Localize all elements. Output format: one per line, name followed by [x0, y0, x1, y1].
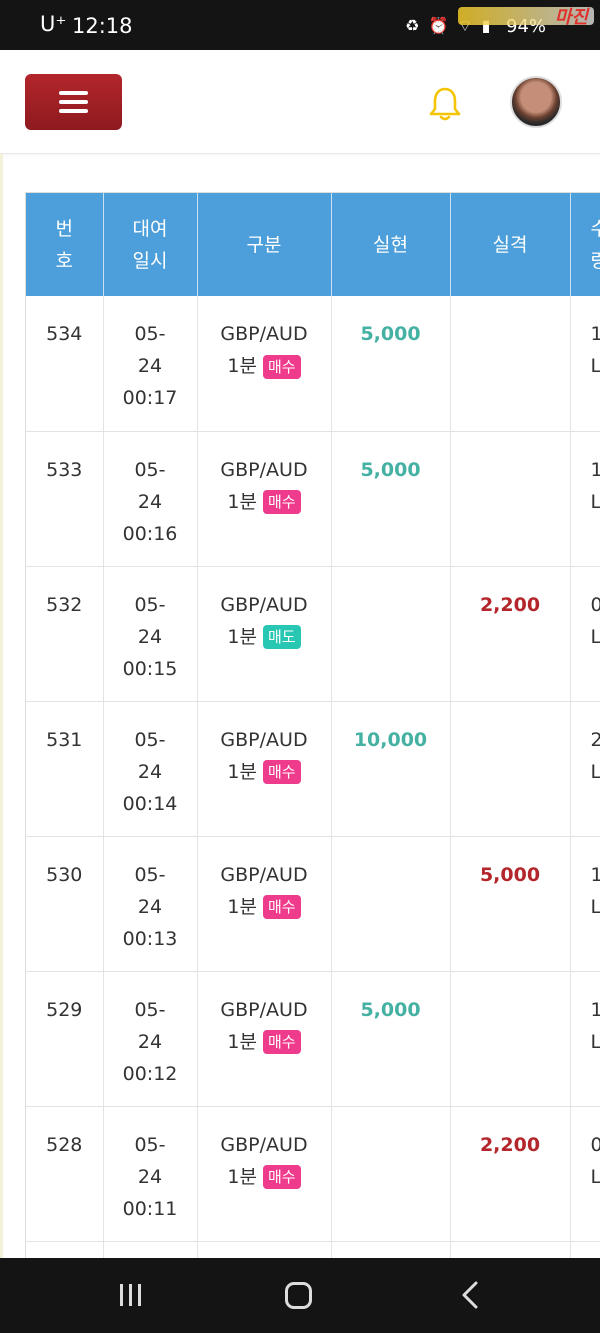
avatar[interactable] — [510, 76, 562, 128]
header-num[interactable]: 번 호 — [26, 193, 104, 296]
term-label: 1분 — [227, 1165, 257, 1188]
bell-icon[interactable] — [428, 86, 462, 122]
alarm-icon: ⏰ — [428, 16, 451, 35]
row-loss-amount — [450, 971, 571, 1107]
row-type: GBP/AUD 1분 매수 — [197, 1106, 332, 1242]
table-row[interactable] — [26, 1241, 600, 1258]
term-label: 1분 — [227, 355, 257, 377]
currency-pair: GBP/AUD — [220, 458, 308, 481]
currency-pair: GBP/AUD — [220, 998, 308, 1021]
table-row[interactable]: 53305-2400:16 GBP/AUD 1분 매수 5,000 1L — [26, 431, 600, 567]
row-datetime: 05- 24 00:11 — [103, 1106, 198, 1242]
row-type: GBP/AUD 1분 매수 — [197, 431, 332, 567]
row-number: 528 — [26, 1106, 104, 1242]
home-icon[interactable] — [285, 1282, 312, 1309]
system-nav-bar — [0, 1258, 600, 1333]
header-extra[interactable]: 수 량 — [570, 193, 600, 296]
side-badge: 매수 — [263, 1165, 301, 1189]
watermark-logo: 마진 — [458, 3, 594, 30]
term-label: 1분 — [227, 625, 257, 648]
currency-pair: GBP/AUD — [220, 1133, 308, 1156]
recent-apps-icon[interactable] — [118, 1284, 144, 1306]
table-row[interactable]: 53205-2400:15 GBP/AUD 1분 매도 2,2000L — [26, 566, 600, 702]
row-win-amount — [331, 1106, 451, 1242]
row-extra: 1L — [570, 971, 600, 1107]
row-win-amount — [331, 836, 451, 972]
row-win-amount: 5,000 — [331, 971, 451, 1107]
term-label: 1분 — [227, 895, 257, 918]
term-label: 1분 — [227, 1030, 257, 1053]
side-badge: 매수 — [263, 895, 301, 919]
row-win-amount: 5,000 — [331, 296, 451, 432]
header-date[interactable]: 대여 일시 — [103, 193, 198, 296]
row-extra: 2L — [570, 701, 600, 837]
row-loss-amount: 5,000 — [450, 836, 571, 972]
carrier-label: U⁺ — [40, 12, 67, 36]
row-datetime: 05- 24 00:15 — [103, 566, 198, 702]
row-datetime: 05- 24 00:16 — [103, 431, 198, 567]
row-number: 533 — [26, 431, 104, 567]
row-number: 530 — [26, 836, 104, 972]
row-loss-amount — [450, 296, 571, 432]
row-extra: 1L — [570, 296, 600, 432]
row-loss-amount — [450, 701, 571, 837]
table-row[interactable]: 53005-2400:13 GBP/AUD 1분 매수 5,0001L — [26, 836, 600, 972]
currency-pair: GBP/AUD — [220, 323, 308, 345]
row-win-amount: 5,000 — [331, 431, 451, 567]
table-header-row: 번 호 대여 일시 구분 실현 실격 수 량 — [26, 193, 600, 296]
status-bar: U⁺ 12:18 ♻ ⏰ ⌔ ▮ 94% 마진 — [0, 0, 600, 50]
side-badge: 매수 — [263, 1030, 301, 1054]
header-type[interactable]: 구분 — [197, 193, 332, 296]
row-type: GBP/AUD 1분 매수 — [197, 296, 332, 432]
side-badge: 매도 — [263, 625, 301, 649]
row-loss-amount — [450, 431, 571, 567]
row-type: GBP/AUD 1분 매도 — [197, 566, 332, 702]
row-extra: 0L — [570, 1106, 600, 1242]
side-badge: 매수 — [263, 490, 301, 514]
header-win[interactable]: 실현 — [331, 193, 451, 296]
app-header — [0, 50, 600, 154]
header-loss[interactable]: 실격 — [450, 193, 571, 296]
table-row[interactable]: 52905-2400:12 GBP/AUD 1분 매수 5,000 1L — [26, 971, 600, 1107]
row-extra: 0L — [570, 566, 600, 702]
recycle-icon: ♻ — [405, 16, 422, 35]
row-number: 534 — [26, 296, 104, 432]
row-extra: 1L — [570, 431, 600, 567]
row-datetime: 05- 24 00:13 — [103, 836, 198, 972]
back-icon[interactable] — [458, 1281, 482, 1309]
term-label: 1분 — [227, 490, 257, 513]
row-extra: 1L — [570, 836, 600, 972]
side-badge: 매수 — [263, 354, 301, 379]
history-table: 번 호 대여 일시 구분 실현 실격 수 량 53405-2400:17GBP/… — [25, 192, 600, 1258]
row-type: GBP/AUD 1분 매수 — [197, 701, 332, 837]
clock: 12:18 — [72, 14, 133, 38]
row-datetime: 05- 24 00:17 — [103, 296, 198, 432]
table-row[interactable]: 53105-2400:14 GBP/AUD 1분 매수 10,000 2L — [26, 701, 600, 837]
table-row[interactable]: 53405-2400:17 GBP/AUD 1분 매수 5,000 1L — [26, 296, 600, 432]
table-row[interactable]: 52805-2400:11 GBP/AUD 1분 매수 2,2000L — [26, 1106, 600, 1242]
row-datetime: 05- 24 00:14 — [103, 701, 198, 837]
menu-button[interactable] — [25, 74, 122, 130]
row-loss-amount: 2,200 — [450, 566, 571, 702]
row-type: GBP/AUD 1분 매수 — [197, 971, 332, 1107]
row-number: 531 — [26, 701, 104, 837]
currency-pair: GBP/AUD — [220, 863, 308, 886]
row-type: GBP/AUD 1분 매수 — [197, 836, 332, 972]
row-win-amount — [331, 566, 451, 702]
term-label: 1분 — [227, 760, 257, 783]
watermark-text: 마진 — [554, 7, 588, 28]
row-loss-amount: 2,200 — [450, 1106, 571, 1242]
hamburger-icon — [59, 91, 88, 95]
row-win-amount: 10,000 — [331, 701, 451, 837]
side-badge: 매수 — [263, 760, 301, 784]
currency-pair: GBP/AUD — [220, 728, 308, 751]
row-number: 532 — [26, 566, 104, 702]
row-number: 529 — [26, 971, 104, 1107]
currency-pair: GBP/AUD — [220, 593, 308, 616]
row-datetime: 05- 24 00:12 — [103, 971, 198, 1107]
